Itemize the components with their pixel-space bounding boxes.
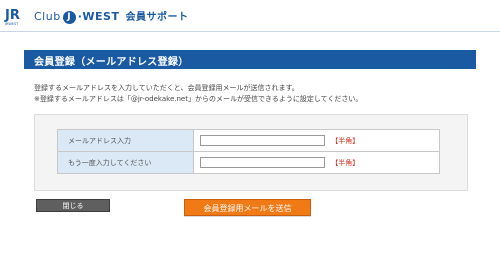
page-title: 会員登録（メールアドレス登録） (34, 57, 189, 68)
brand-j-icon: J (62, 10, 76, 24)
email-confirm-label: もう一度入力してください (57, 151, 194, 174)
page-title-bar: 会員登録（メールアドレス登録） (24, 50, 476, 69)
email-confirm-hankaku-note: 【半角】 (331, 158, 360, 167)
intro-line-1: 登録するメールアドレスを入力していただくと、会員登録用メールが送信されます。 (34, 84, 299, 92)
form-panel: メールアドレス入力 【半角】 もう一度入力してください 【半角】 (34, 114, 468, 191)
site-header: JR JRWEST Club J ·WEST 会員サポート (0, 0, 500, 32)
email-label: メールアドレス入力 (57, 129, 194, 152)
email-field-cell: 【半角】 (193, 129, 440, 152)
club-j-west-brand: Club J ·WEST 会員サポート (34, 8, 188, 24)
close-button[interactable]: 閉じる (36, 199, 110, 212)
email-hankaku-note: 【半角】 (331, 136, 360, 145)
send-registration-email-button[interactable]: 会員登録用メールを送信 (184, 199, 311, 216)
intro-line-2: ※登録するメールアドレスは「@jr-odekake.net」からのメールが受信で… (34, 95, 363, 103)
brand-subtitle: 会員サポート (125, 12, 189, 23)
email-confirm-row: もう一度入力してください 【半角】 (57, 151, 440, 174)
email-row: メールアドレス入力 【半角】 (57, 129, 440, 152)
brand-club: Club (34, 10, 61, 23)
email-confirm-input[interactable] (200, 157, 325, 168)
svg-text:JRWEST: JRWEST (4, 22, 19, 26)
email-form-table: メールアドレス入力 【半角】 もう一度入力してください 【半角】 (57, 129, 440, 174)
intro-text: 登録するメールアドレスを入力していただくと、会員登録用メールが送信されます。 ※… (34, 83, 362, 105)
jr-logo-icon: JR JRWEST (4, 5, 26, 27)
email-input[interactable] (200, 135, 325, 146)
email-confirm-field-cell: 【半角】 (193, 151, 440, 174)
svg-text:JR: JR (4, 8, 20, 23)
brand-west: ·WEST (77, 10, 120, 23)
